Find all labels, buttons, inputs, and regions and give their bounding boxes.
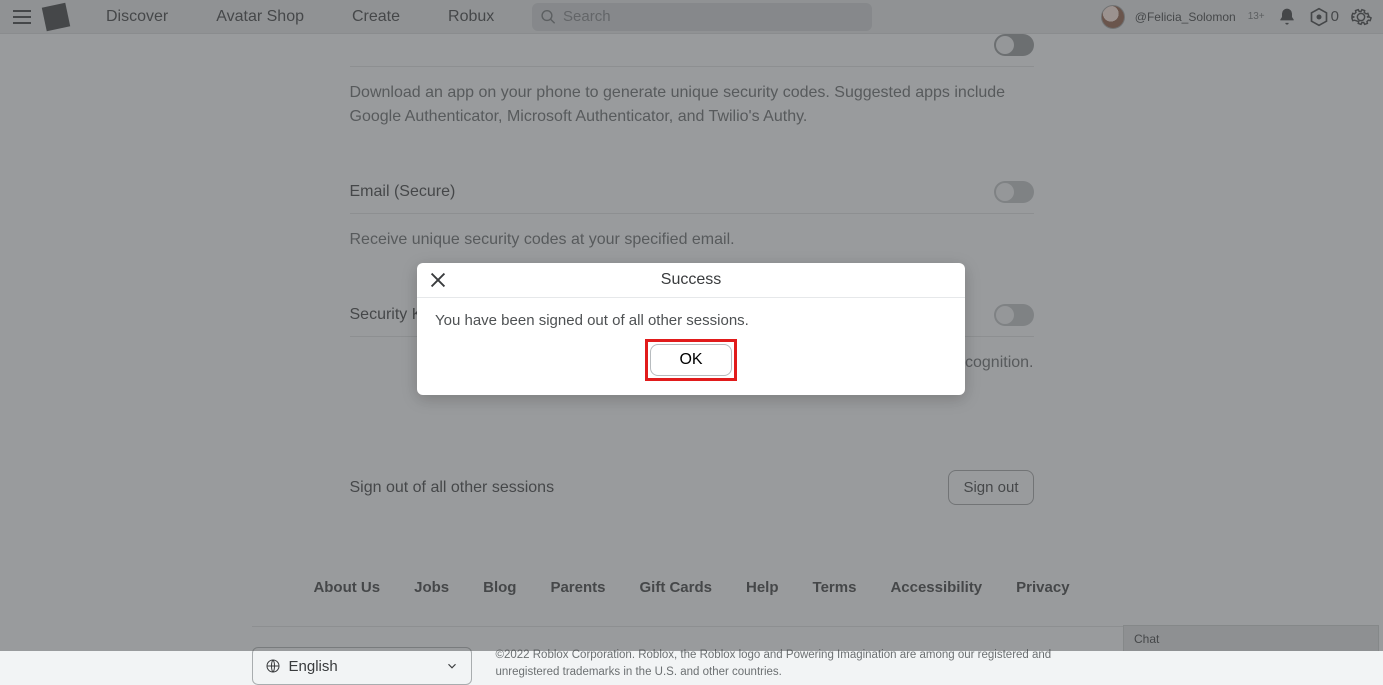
modal-body: You have been signed out of all other se… (417, 298, 965, 335)
ok-button[interactable]: OK (650, 344, 731, 376)
ok-highlight: OK (645, 339, 736, 381)
modal-title: Success (661, 271, 721, 288)
language-label: English (289, 658, 338, 675)
copyright: ©2022 Roblox Corporation. Roblox, the Ro… (496, 647, 1096, 680)
language-select[interactable]: English (252, 647, 472, 685)
close-icon[interactable] (427, 269, 449, 291)
success-modal: Success You have been signed out of all … (417, 263, 965, 395)
globe-icon (265, 658, 281, 674)
chevron-down-icon (445, 659, 459, 673)
